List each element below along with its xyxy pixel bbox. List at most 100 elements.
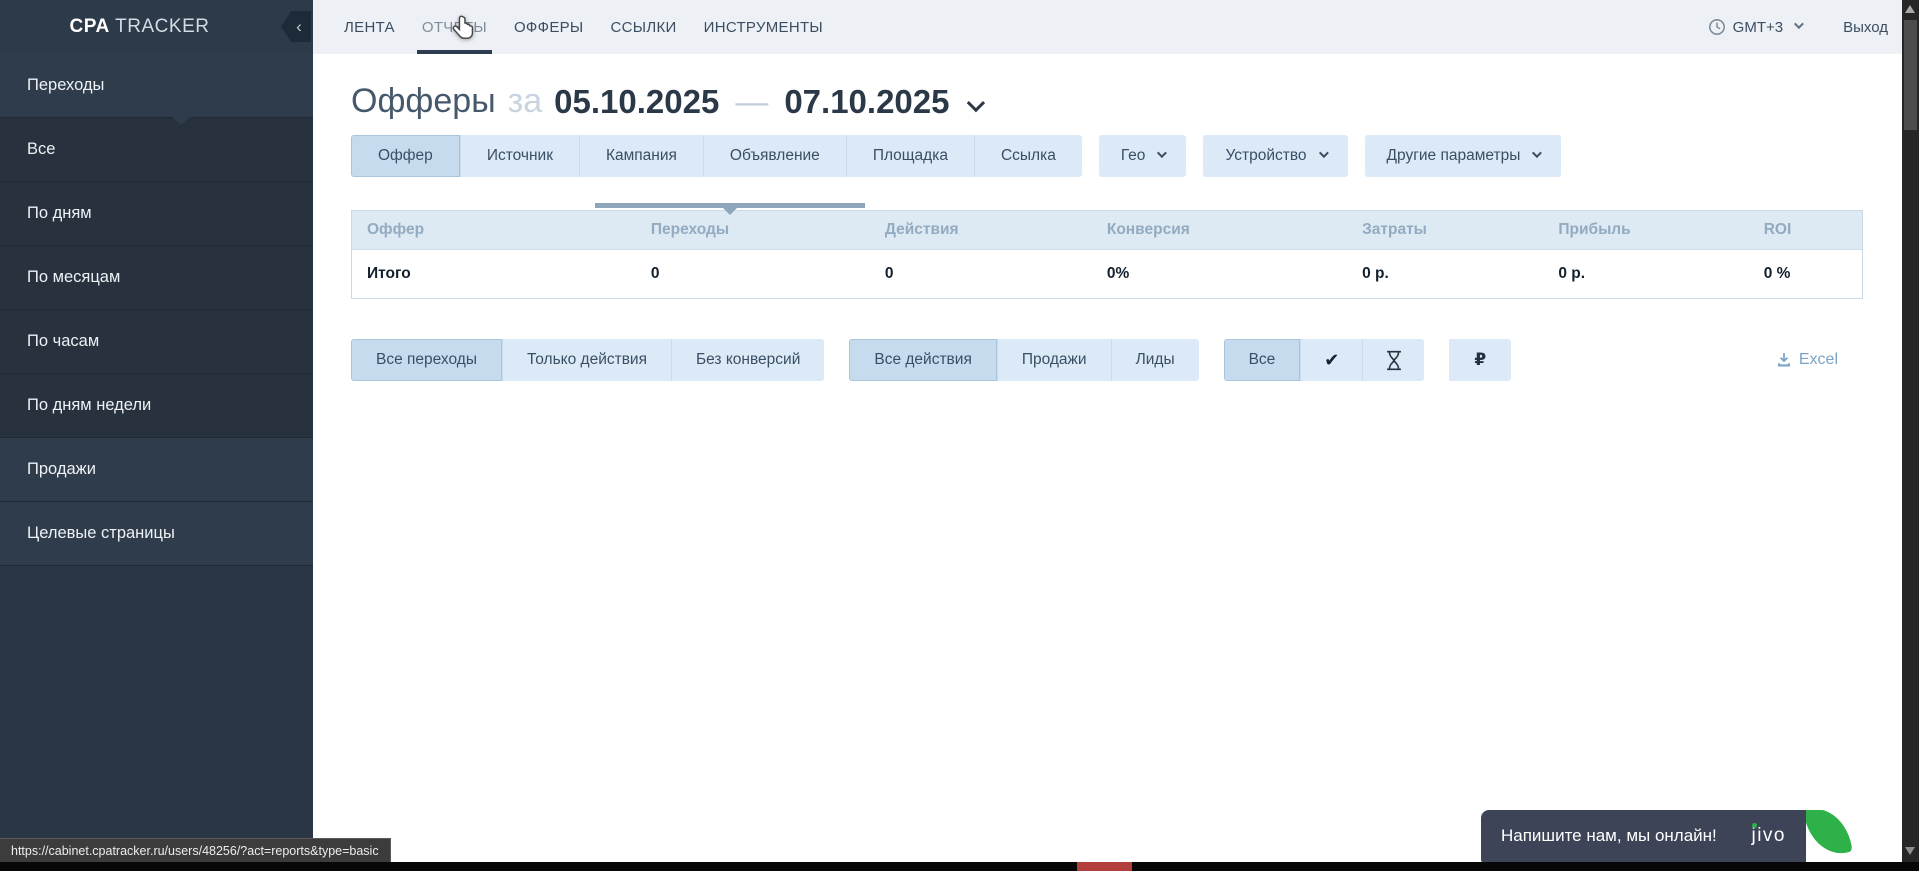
table-cell-0-3: 0% — [1089, 250, 1344, 298]
column-header-2[interactable]: Действия — [867, 211, 1089, 249]
total-row-label: Итого — [352, 250, 633, 298]
sidebar-item-3[interactable]: По месяцам — [0, 246, 313, 310]
table-row-0: Итого000%0 р.0 р.0 % — [352, 249, 1862, 298]
dropdown-filter-group: Гео Устройство Другие параметры — [1082, 135, 1562, 177]
dropdown-filter-label: Гео — [1121, 147, 1146, 165]
column-header-0[interactable]: Оффер — [352, 211, 633, 249]
column-header-1[interactable]: Переходы — [633, 211, 867, 249]
dimension-tab-3[interactable]: Объявление — [703, 135, 846, 177]
excel-label: Excel — [1799, 351, 1838, 369]
sidebar-item-5[interactable]: По дням недели — [0, 374, 313, 438]
column-header-6[interactable]: ROI — [1746, 211, 1862, 249]
scroll-down-arrow-icon[interactable] — [1905, 847, 1915, 855]
cpa-tracker-app: CPA TRACKER ‹ ПереходыВсеПо днямПо месяц… — [0, 0, 1919, 871]
sidebar-item-label: По дням недели — [27, 396, 151, 415]
logout-link[interactable]: Выход — [1843, 19, 1888, 36]
sidebar-item-4[interactable]: По часам — [0, 310, 313, 374]
sort-indicator-icon — [595, 203, 865, 208]
link-preview-url: https://cabinet.cpatracker.ru/users/4825… — [11, 844, 379, 858]
filter-button-currency-0[interactable]: ₽ — [1449, 339, 1511, 381]
dimension-tab-2[interactable]: Кампания — [579, 135, 703, 177]
column-header-3[interactable]: Конверсия — [1089, 211, 1344, 249]
nav-item-3[interactable]: ССЫЛКИ — [611, 0, 677, 54]
table-header-row: Оффер ПереходыДействияКонверсия Затраты При… — [352, 211, 1862, 249]
dimension-tab-5[interactable]: Ссылка — [974, 135, 1082, 177]
nav-item-4[interactable]: ИНСТРУМЕНТЫ — [704, 0, 823, 54]
chat-widget[interactable]: Напишите нам, мы онлайн! jivo — [1481, 810, 1852, 862]
nav-item-0[interactable]: ЛЕНТА — [344, 0, 395, 54]
dropdown-filter-label: Другие параметры — [1387, 147, 1521, 165]
nav-item-2[interactable]: ОФФЕРЫ — [514, 0, 584, 54]
filter-button-actions-2[interactable]: Лиды — [1111, 339, 1199, 381]
table-cell-0-6: 0 % — [1746, 250, 1862, 298]
filter-button-traffic-0[interactable]: Все переходы — [351, 339, 502, 381]
sidebar-item-1[interactable]: Все — [0, 118, 313, 182]
date-from[interactable]: 05.10.2025 — [554, 83, 719, 121]
dimension-tab-0[interactable]: Оффер — [351, 135, 460, 177]
chat-leaf-box — [1806, 810, 1852, 862]
dropdown-filter-0[interactable]: Гео — [1099, 135, 1187, 177]
filter-groups: Все переходыТолько действияБез конверсий… — [351, 339, 1536, 381]
dimension-tab-1[interactable]: Источник — [460, 135, 579, 177]
ruble-icon: ₽ — [1474, 350, 1486, 370]
filter-group-status: Все ✔ — [1224, 339, 1425, 381]
download-icon — [1776, 352, 1792, 368]
sidebar-item-6[interactable]: Продажи — [0, 438, 313, 502]
logo-rest: TRACKER — [110, 16, 210, 37]
column-header-label: Оффер — [367, 221, 424, 239]
table-cell-0-5: 0 р. — [1540, 250, 1745, 298]
hourglass-icon — [1386, 350, 1402, 371]
column-header-label: Затраты — [1362, 221, 1427, 239]
scroll-up-arrow-icon[interactable] — [1905, 5, 1915, 13]
chevron-down-icon — [1794, 19, 1804, 29]
taskbar-strip — [0, 862, 1919, 871]
filter-button-hourglass[interactable] — [1362, 339, 1424, 381]
filter-group-traffic: Все переходыТолько действияБез конверсий — [351, 339, 824, 381]
title-preposition: за — [508, 82, 543, 121]
sidebar-item-0[interactable]: Переходы — [0, 54, 313, 118]
filter-button-traffic-2[interactable]: Без конверсий — [671, 339, 824, 381]
topbar: ЛЕНТАОТЧЕТЫОФФЕРЫССЫЛКИИНСТРУМЕНТЫ GMT+3… — [313, 0, 1902, 54]
chat-message: Напишите нам, мы онлайн! — [1501, 826, 1717, 846]
sidebar-item-label: По месяцам — [27, 268, 120, 287]
leaf-icon — [1806, 810, 1852, 860]
sidebar-item-label: Все — [27, 140, 55, 159]
filter-button-status-0[interactable]: Все — [1224, 339, 1301, 381]
dimension-tab-4[interactable]: Площадка — [846, 135, 974, 177]
filter-button-actions-1[interactable]: Продажи — [997, 339, 1111, 381]
sidebar-item-2[interactable]: По дням — [0, 182, 313, 246]
active-section-indicator-icon — [172, 117, 190, 125]
mouse-cursor-icon — [449, 14, 477, 44]
dropdown-filter-1[interactable]: Устройство — [1203, 135, 1347, 177]
sidebar: CPA TRACKER ‹ ПереходыВсеПо днямПо месяц… — [0, 0, 313, 862]
date-separator: — — [735, 83, 768, 121]
column-header-5[interactable]: Прибыль — [1540, 211, 1745, 249]
dimension-tab-group: ОфферИсточникКампанияОбъявлениеПлощадкаС… — [351, 135, 1082, 177]
check-icon: ✔ — [1324, 350, 1339, 371]
date-to[interactable]: 07.10.2025 — [784, 83, 949, 121]
sidebar-item-7[interactable]: Целевые страницы — [0, 502, 313, 566]
page-title: Офферы — [351, 82, 496, 121]
filter-button-traffic-1[interactable]: Только действия — [502, 339, 671, 381]
table-cell-0-2: 0 — [867, 250, 1089, 298]
dropdown-filter-2[interactable]: Другие параметры — [1365, 135, 1562, 177]
filter-button-actions-0[interactable]: Все действия — [849, 339, 996, 381]
date-range-chevron-icon[interactable] — [966, 94, 984, 112]
filter-group-actions: Все действияПродажиЛиды — [849, 339, 1198, 381]
filter-button-check[interactable]: ✔ — [1300, 339, 1362, 381]
link-preview-tooltip: https://cabinet.cpatracker.ru/users/4825… — [0, 838, 391, 862]
chevron-down-icon — [1157, 148, 1167, 158]
dimension-tabs-row: ОфферИсточникКампанияОбъявлениеПлощадкаС… — [351, 135, 1863, 177]
chat-bar: Напишите нам, мы онлайн! jivo — [1481, 810, 1806, 862]
main-content: Офферы за 05.10.2025 — 07.10.2025 ОфферИ… — [313, 54, 1902, 862]
column-header-4[interactable]: Затраты — [1344, 211, 1540, 249]
scrollbar-thumb[interactable] — [1904, 20, 1917, 130]
sidebar-item-label: Целевые страницы — [27, 524, 175, 543]
sidebar-menu: Переходы Все По дням По месяцам По часам По д… — [0, 54, 313, 566]
sidebar-collapse-button[interactable]: ‹ — [281, 11, 311, 42]
sidebar-item-label: Продажи — [27, 460, 96, 479]
scrollbar[interactable] — [1902, 0, 1919, 862]
timezone-selector[interactable]: GMT+3 — [1708, 18, 1801, 36]
top-nav: ЛЕНТАОТЧЕТЫОФФЕРЫССЫЛКИИНСТРУМЕНТЫ — [344, 0, 823, 54]
excel-export-button[interactable]: Excel — [1776, 351, 1838, 369]
